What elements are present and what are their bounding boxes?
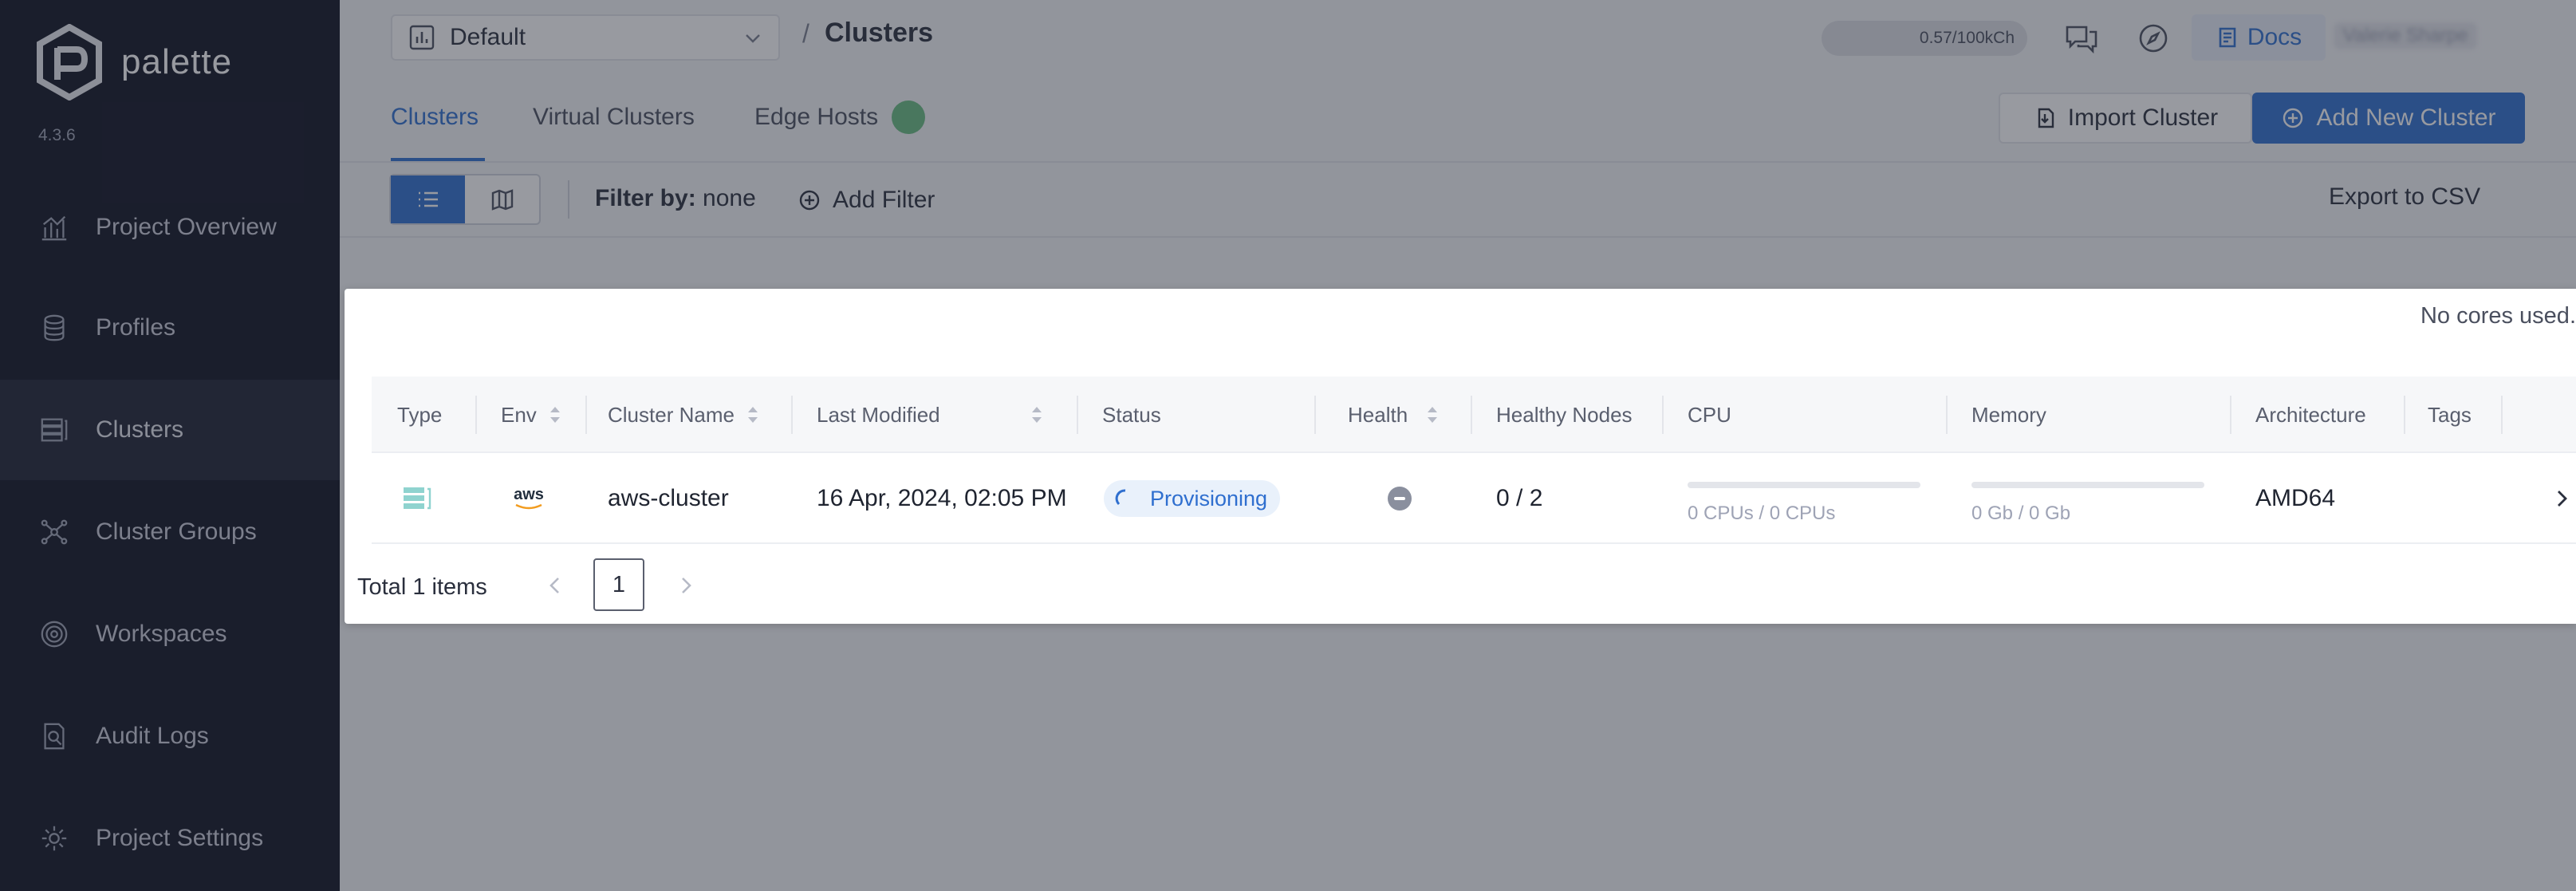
column-divider [2404, 396, 2405, 434]
column-divider [2230, 396, 2231, 434]
previous-page-icon[interactable] [544, 574, 566, 597]
health-cell [1388, 453, 1412, 544]
cpu-usage: 0 CPUs / 0 CPUs [1688, 453, 1920, 544]
column-divider [2501, 396, 2503, 434]
column-divider [1946, 396, 1948, 434]
sort-icon [1428, 407, 1438, 423]
table-row[interactable]: aws aws-cluster 16 Apr, 2024, 02:05 PM P… [372, 453, 2576, 544]
header-label: Env [501, 402, 537, 427]
env-label: aws [514, 486, 544, 503]
memory-usage-text: 0 Gb / 0 Gb [1971, 503, 2071, 524]
chevron-right-icon[interactable] [2550, 453, 2573, 544]
status-text: Provisioning [1150, 486, 1268, 511]
column-header-env[interactable]: Env [501, 377, 562, 453]
column-header-health[interactable]: Health [1348, 377, 1440, 453]
column-divider [1662, 396, 1664, 434]
page-number-button[interactable]: 1 [593, 558, 644, 611]
healthy-nodes: 0 / 2 [1496, 485, 1543, 511]
memory-usage: 0 Gb / 0 Gb [1971, 453, 2204, 544]
cpu-usage-bar [1688, 482, 1920, 488]
cluster-type-icon [402, 453, 432, 544]
column-header-cpu: CPU [1688, 377, 1731, 453]
cpu-usage-text: 0 CPUs / 0 CPUs [1688, 503, 1836, 524]
column-header-last-modified[interactable]: Last Modified [817, 377, 1044, 453]
total-items: Total 1 items [357, 574, 487, 600]
column-header-architecture: Architecture [2255, 377, 2366, 453]
status-cell: Provisioning [1104, 453, 1281, 544]
header-label: Healthy Nodes [1496, 402, 1633, 427]
sort-icon [1031, 407, 1042, 423]
column-header-type: Type [397, 377, 442, 453]
column-divider [475, 396, 477, 434]
header-label: Memory [1971, 402, 2046, 427]
column-divider [1314, 396, 1316, 434]
pagination: Total 1 items 1 [357, 544, 2574, 624]
column-header-cluster-name[interactable]: Cluster Name [608, 377, 760, 453]
column-divider [1471, 396, 1472, 434]
header-label: Status [1102, 402, 1161, 427]
cores-usage-note: No cores used. [2420, 303, 2576, 329]
aws-icon: aws [514, 453, 544, 544]
column-header-healthy-nodes: Healthy Nodes [1496, 377, 1633, 453]
column-header-memory: Memory [1971, 377, 2046, 453]
column-divider [585, 396, 587, 434]
column-divider [1077, 396, 1078, 434]
architecture: AMD64 [2255, 485, 2336, 511]
header-label: Cluster Name [608, 402, 735, 427]
header-label: Architecture [2255, 402, 2366, 427]
memory-usage-bar [1971, 482, 2204, 488]
column-header-status: Status [1102, 377, 1161, 453]
header-label: Tags [2428, 402, 2472, 427]
health-unknown-icon [1388, 487, 1412, 511]
cluster-name[interactable]: aws-cluster [608, 453, 729, 544]
status-badge: Provisioning [1104, 480, 1281, 517]
column-divider [791, 396, 793, 434]
next-page-icon[interactable] [675, 574, 697, 597]
spinner-icon [1115, 489, 1126, 506]
column-header-tags: Tags [2428, 377, 2472, 453]
table-header: Type Env Cluster Name Last Modified Stat… [372, 377, 2576, 453]
header-label: Type [397, 402, 443, 427]
header-label: CPU [1688, 402, 1731, 427]
header-label: Last Modified [817, 402, 940, 427]
sort-icon [747, 407, 758, 423]
last-modified: 16 Apr, 2024, 02:05 PM [817, 485, 1067, 511]
clusters-table-card: No cores used. Type Env Cluster Name Las… [345, 289, 2576, 624]
sort-icon [549, 407, 560, 423]
header-label: Health [1348, 402, 1408, 427]
